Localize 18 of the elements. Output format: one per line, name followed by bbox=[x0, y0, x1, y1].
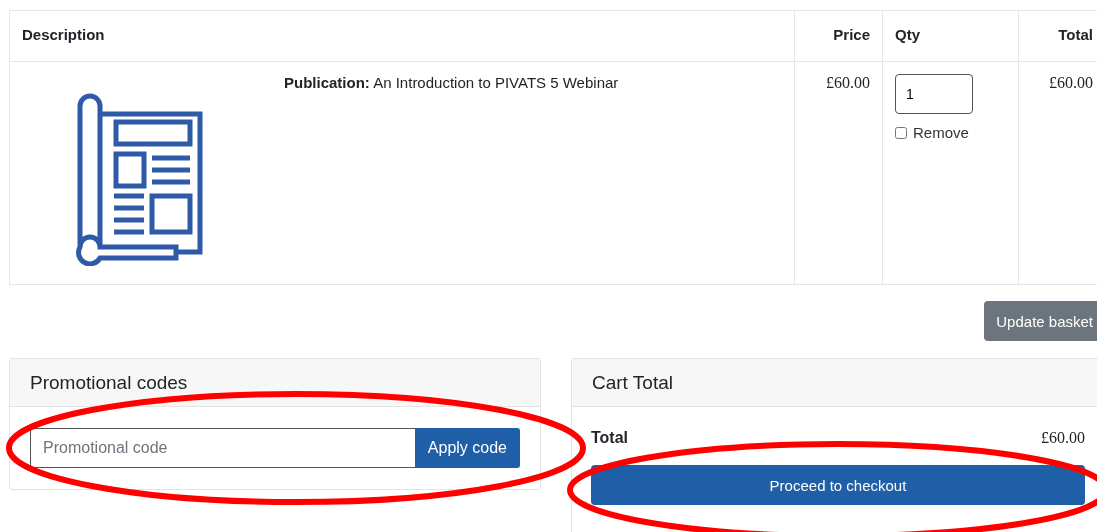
card-title: Cart Total bbox=[592, 371, 673, 394]
price: £60.00 bbox=[825, 74, 870, 92]
column-header: Total bbox=[1018, 10, 1097, 62]
column-header: Qty bbox=[882, 10, 1019, 62]
total-value: £60.00 bbox=[1041, 429, 1085, 447]
line-total: £60.00 bbox=[1048, 74, 1093, 92]
remove-label: Remove bbox=[913, 124, 969, 141]
checkout-button[interactable]: Proceed to checkout bbox=[591, 465, 1085, 505]
card-title: Promotional codes bbox=[30, 371, 188, 394]
remove-checkbox[interactable] bbox=[895, 126, 907, 139]
apply-code-button[interactable]: Apply code bbox=[414, 428, 520, 468]
update-basket-button[interactable]: Update basket bbox=[984, 301, 1097, 341]
total-label: Total bbox=[591, 429, 629, 447]
product-title: Publication: An Introduction to PIVATS 5 Webinar bbox=[284, 74, 619, 93]
quantity-field[interactable]: 1 bbox=[895, 74, 973, 114]
promo-code-field[interactable]: Promotional code bbox=[30, 428, 415, 468]
column-header: Price bbox=[794, 10, 883, 62]
column-header: Description bbox=[9, 10, 795, 62]
